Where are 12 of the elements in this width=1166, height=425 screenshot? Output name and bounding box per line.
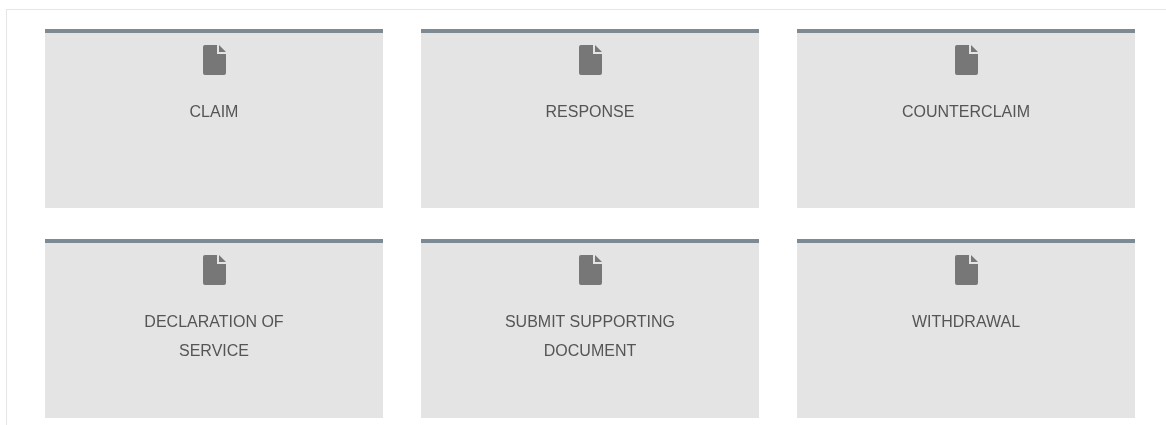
- document-tile[interactable]: SUBMIT SUPPORTING DOCUMENT: [421, 239, 759, 418]
- file-icon: [578, 45, 602, 75]
- file-icon: [202, 255, 226, 285]
- document-tile[interactable]: COUNTERCLAIM: [797, 29, 1135, 208]
- document-tile[interactable]: WITHDRAWAL: [797, 239, 1135, 418]
- document-tile[interactable]: DECLARATION OF SERVICE: [45, 239, 383, 418]
- document-tile[interactable]: CLAIM: [45, 29, 383, 208]
- file-icon: [202, 45, 226, 75]
- file-icon: [578, 255, 602, 285]
- document-tile[interactable]: RESPONSE: [421, 29, 759, 208]
- file-icon: [954, 45, 978, 75]
- file-icon: [954, 255, 978, 285]
